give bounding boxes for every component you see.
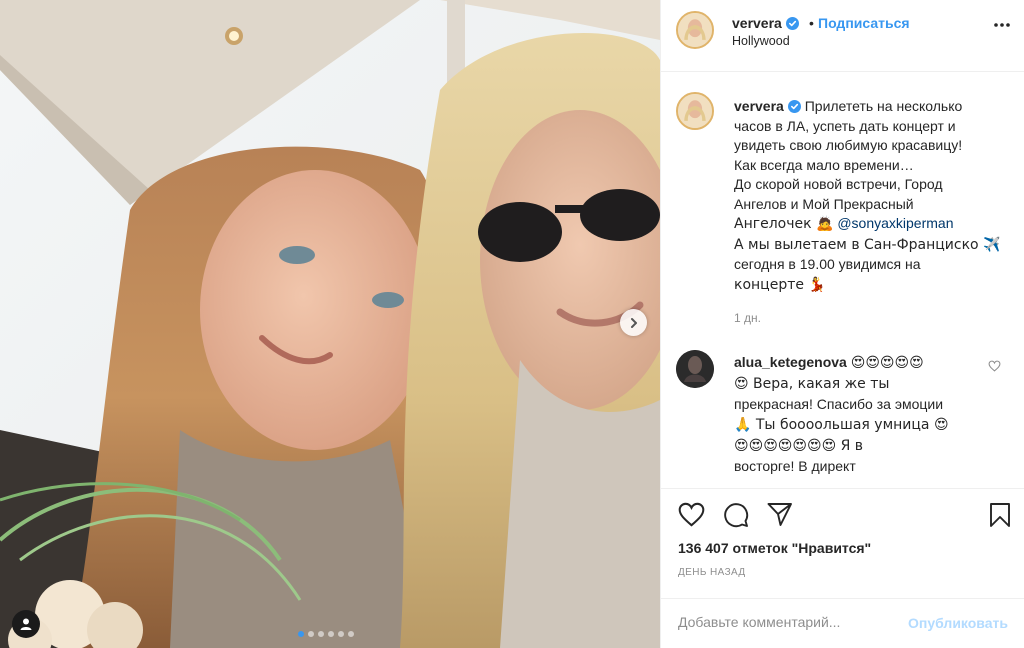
share-icon[interactable]	[767, 502, 793, 527]
user-tag-icon	[20, 618, 32, 630]
carousel-dot	[348, 631, 354, 637]
comment-item: alua_ketegenova 😍😍😍😍😍 😍 Вера, какая же т…	[734, 352, 974, 476]
caption-line: А мы вылетаем в Сан-Франциско ✈️	[734, 236, 1001, 253]
caption-line: сегодня в 19.00 увидимся на	[734, 256, 921, 272]
mention-link[interactable]: @sonyaxkiperman	[837, 215, 953, 231]
caption-line: Ангелов и Мой Прекрасный	[734, 195, 914, 212]
caption-line: Как всегда мало времени…	[734, 156, 914, 173]
post-header: ververa • Подписаться Hollywood	[661, 0, 1024, 72]
publish-button[interactable]: Опубликовать	[908, 615, 1008, 631]
next-arrow-icon	[630, 317, 637, 328]
actions-divider	[661, 488, 1024, 489]
caption-line: До скорой новой встречи, Город	[734, 176, 943, 192]
post-date: ДЕНЬ НАЗАД	[678, 567, 746, 578]
comment-like-icon[interactable]	[988, 360, 1001, 372]
comment-input[interactable]	[678, 614, 898, 630]
carousel-dot	[298, 631, 304, 637]
comment-line: прекрасная! Спасибо за эмоции	[734, 396, 944, 412]
post-location[interactable]: Hollywood	[732, 34, 790, 48]
post-photo[interactable]	[0, 0, 660, 648]
tagged-users-button[interactable]	[12, 610, 40, 638]
author-username[interactable]: ververa	[732, 15, 799, 31]
caption-line: часов в ЛА, успеть дать концерт и	[734, 117, 956, 134]
caption-line: Ангелочек 🙇	[734, 216, 834, 232]
caption-line: Прилететь на несколько	[804, 98, 963, 114]
caption-line: концерте 💃	[734, 276, 826, 293]
verified-badge-icon	[785, 17, 799, 30]
comment-form: Опубликовать	[661, 598, 1024, 648]
comment-line: восторге! В директ	[734, 458, 856, 474]
selfie-image	[0, 0, 660, 648]
comment-line: 😍😍😍😍😍😍😍 Я в	[734, 438, 864, 454]
follow-button[interactable]: Подписаться	[818, 15, 910, 31]
likes-count[interactable]: 136 407 отметок "Нравится"	[678, 540, 871, 556]
carousel-dot	[338, 631, 344, 637]
carousel-dot	[318, 631, 324, 637]
post-details-panel: ververa • Подписаться Hollywood ververa …	[660, 0, 1024, 648]
next-photo-button[interactable]	[620, 309, 647, 336]
author-avatar[interactable]	[676, 11, 714, 49]
more-options-icon[interactable]	[993, 22, 1011, 28]
comment-icon[interactable]	[723, 502, 749, 528]
caption-username[interactable]: ververa	[734, 98, 784, 114]
caption-time: 1 дн.	[734, 311, 761, 325]
post-caption: ververa Прилететь на несколько часов в Л…	[734, 97, 1019, 295]
caption-line: увидеть свою любимую красавицу!	[734, 137, 963, 153]
comment-line: 😍 Вера, какая же ты	[734, 376, 890, 392]
carousel-dot	[308, 631, 314, 637]
comment-line: 😍😍😍😍😍	[850, 355, 924, 371]
like-heart-icon[interactable]	[678, 502, 705, 527]
save-bookmark-icon[interactable]	[989, 502, 1011, 528]
verified-badge-icon	[787, 100, 801, 113]
comment-line: 🙏 Ты боооольшая умница 😍	[734, 417, 949, 433]
commenter-username[interactable]: alua_ketegenova	[734, 354, 847, 370]
commenter-avatar[interactable]	[676, 350, 714, 388]
carousel-dot	[328, 631, 334, 637]
caption-author-avatar[interactable]	[676, 92, 714, 130]
carousel-indicator	[298, 631, 354, 637]
header-separator: •	[809, 15, 814, 31]
